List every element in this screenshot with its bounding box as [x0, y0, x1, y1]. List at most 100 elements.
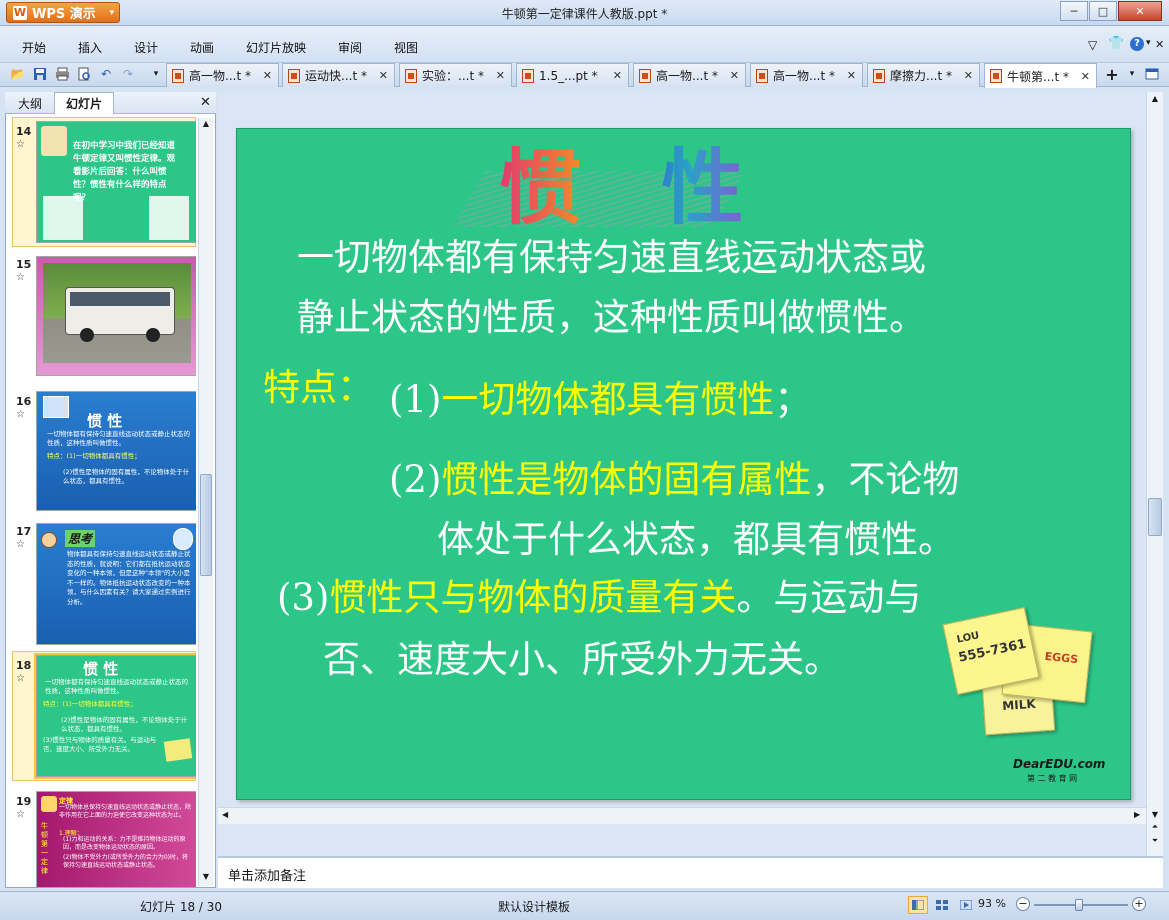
doc-tab[interactable]: 1.5_...pt * ✕	[516, 63, 629, 87]
window-title: 牛顿第一定律课件人教版.ppt *	[501, 7, 668, 21]
close-doc-icon[interactable]: ✕	[1155, 38, 1164, 51]
doc-tab[interactable]: 实验：...t * ✕	[399, 63, 512, 87]
thumbnail-text: 一切物体都有保持匀速直线运动状态或静止状态的性质，这种性质叫做惯性。	[47, 430, 190, 447]
undo-icon[interactable]: ↶	[98, 66, 114, 82]
redo-icon[interactable]: ↷	[120, 66, 136, 82]
zoom-out-icon[interactable]: −	[1016, 897, 1030, 911]
window-layout-icon[interactable]	[1144, 66, 1160, 82]
watermark: DearEDU.com	[1013, 757, 1106, 771]
scrollbar-thumb[interactable]	[200, 474, 212, 576]
doc-tab[interactable]: 高一物...t * ✕	[633, 63, 746, 87]
highlight-text: 一切物体都具有惯性	[441, 378, 775, 421]
slide-thumbnail[interactable]: 在初中学习中我们已经知道牛顿定律又叫惯性定律。观看影片后回答：什么叫惯性？惯性有…	[36, 121, 196, 243]
customize-toolbar-icon[interactable]: ▾	[148, 66, 164, 82]
menu-slideshow[interactable]: 幻灯片放映	[246, 39, 306, 56]
scroll-up-icon[interactable]: ▲	[200, 119, 212, 131]
menu-home[interactable]: 开始	[22, 39, 46, 56]
slide-thumbnail-selected[interactable]: 惯 性 一切物体都有保持匀速直线运动状态或静止状态的性质，这种性质叫做惯性。 特…	[34, 653, 196, 779]
animation-star-icon[interactable]: ☆	[16, 673, 25, 684]
thumbnail-text: (2)惯性是物体的固有属性，不论物体处于什么状态，都具有惯性。	[61, 716, 188, 733]
close-tab-icon[interactable]: ✕	[1081, 70, 1090, 83]
close-tab-icon[interactable]: ✕	[730, 69, 739, 82]
menu-review[interactable]: 审阅	[338, 39, 362, 56]
thumbnail-text: (1)力和运动的关系：力不是维持物体运动的原因，而是改变物体运动状态的原因。	[63, 836, 186, 851]
menu-insert[interactable]: 插入	[78, 39, 102, 56]
notes-pane[interactable]: 单击添加备注	[218, 856, 1163, 888]
zoom-in-icon[interactable]: +	[1132, 897, 1146, 911]
scrollbar-thumb[interactable]	[1148, 498, 1162, 536]
teacher-figure-icon	[41, 126, 67, 156]
tab-outline[interactable]: 大纲	[10, 92, 50, 114]
scroll-down-icon[interactable]: ▼	[200, 872, 212, 884]
slide-thumbnail[interactable]: 惯 性 一切物体都有保持匀速直线运动状态或静止状态的性质，这种性质叫做惯性。 特…	[36, 391, 196, 511]
close-tab-icon[interactable]: ✕	[496, 69, 505, 82]
sticky-notes-icon	[163, 738, 193, 762]
menu-view[interactable]: 视图	[394, 39, 418, 56]
ppt-file-icon	[172, 68, 184, 83]
animation-star-icon[interactable]: ☆	[16, 272, 25, 283]
close-panel-icon[interactable]: ✕	[200, 95, 211, 110]
menu-design[interactable]: 设计	[134, 39, 158, 56]
slide-number: 17	[16, 525, 32, 538]
scroll-down-icon[interactable]: ▼	[1149, 810, 1161, 819]
close-tab-icon[interactable]: ✕	[263, 69, 272, 82]
help-icon[interactable]: ?	[1130, 37, 1144, 51]
cartoon-figure-icon	[149, 196, 189, 240]
thumbnail-scrollbar[interactable]: ▲ ▼	[198, 118, 213, 886]
wheel-icon	[80, 328, 94, 342]
slideshow-icon[interactable]	[956, 896, 976, 914]
tab-slides[interactable]: 幻灯片	[54, 92, 114, 114]
chevron-down-icon[interactable]: ▾	[1146, 38, 1151, 48]
scroll-up-icon[interactable]: ▲	[1149, 94, 1161, 103]
print-icon[interactable]	[54, 66, 70, 82]
doc-tab[interactable]: 高一物...t * ✕	[750, 63, 863, 87]
menu-animation[interactable]: 动画	[190, 39, 214, 56]
doc-tab-active[interactable]: 牛顿第...t * ✕	[984, 63, 1097, 88]
close-tab-icon[interactable]: ✕	[613, 69, 622, 82]
slide-thumbnail[interactable]: 定律 一切物体总保持匀速直线运动状态或静止状态，除非作用在它上面的力迫使它改变这…	[36, 791, 196, 887]
template-name: 默认设计模板	[498, 900, 571, 914]
animation-star-icon[interactable]: ☆	[16, 139, 25, 150]
thumbnail-title: 惯 性	[83, 660, 119, 678]
animation-star-icon[interactable]: ☆	[16, 809, 25, 820]
next-slide-icon[interactable]: ⏷	[1149, 836, 1161, 846]
doc-tab[interactable]: 运动快...t * ✕	[282, 63, 395, 87]
close-tab-icon[interactable]: ✕	[964, 69, 973, 82]
doc-tab[interactable]: 摩擦力...t * ✕	[867, 63, 980, 87]
doc-tab[interactable]: 高一物...t * ✕	[166, 63, 279, 87]
ppt-file-icon	[990, 69, 1002, 83]
zoom-level[interactable]: 93 %	[978, 897, 1006, 910]
close-window-button[interactable]: ✕	[1118, 1, 1162, 21]
item-text: 。与运动与	[736, 576, 922, 619]
close-tab-icon[interactable]: ✕	[847, 69, 856, 82]
prev-slide-icon[interactable]: ⏶	[1149, 822, 1161, 832]
slide-sorter-icon[interactable]	[932, 896, 952, 914]
print-preview-icon[interactable]	[76, 66, 92, 82]
save-icon[interactable]	[32, 66, 48, 82]
editor-vertical-scrollbar[interactable]: ▲ ▼ ⏶ ⏷	[1146, 92, 1163, 856]
scroll-right-icon[interactable]: ▶	[1134, 810, 1140, 819]
slide-number: 19	[16, 795, 32, 808]
student-avatar-icon	[41, 532, 57, 548]
tab-label: 高一物...t *	[656, 69, 718, 83]
scroll-left-icon[interactable]: ◀	[222, 810, 228, 819]
shirt-icon[interactable]: 👕	[1108, 36, 1124, 51]
zoom-slider-thumb[interactable]	[1075, 899, 1083, 911]
maximize-button[interactable]: □	[1089, 1, 1117, 21]
slide-canvas[interactable]: 惯 性 一切物体都有保持匀速直线运动状态或 静止状态的性质，这种性质叫做惯性。 …	[236, 128, 1131, 800]
close-icon: ✕	[1135, 4, 1145, 18]
thumbnail-text: 一切物体总保持匀速直线运动状态或静止状态，除非作用在它上面的力迫使它改变这种状态…	[59, 804, 192, 819]
minimize-button[interactable]: ─	[1060, 1, 1088, 21]
open-icon[interactable]: 📂	[10, 66, 26, 82]
slide-thumbnail[interactable]	[36, 256, 196, 376]
close-tab-icon[interactable]: ✕	[379, 69, 388, 82]
tab-list-icon[interactable]: ▾	[1124, 66, 1140, 82]
animation-star-icon[interactable]: ☆	[16, 409, 25, 420]
animation-star-icon[interactable]: ☆	[16, 539, 25, 550]
normal-view-icon[interactable]	[908, 896, 928, 914]
note-text: LOU	[955, 630, 981, 646]
slide-thumbnail[interactable]: 思考 物体都具有保持匀速直线运动状态或静止状态的性质，就说明：它们都在抵抗运动状…	[36, 523, 196, 645]
chevron-down-icon[interactable]: ▽	[1088, 38, 1097, 52]
editor-horizontal-scrollbar[interactable]: ◀ ▶	[218, 807, 1146, 824]
new-tab-icon[interactable]: +	[1104, 65, 1120, 84]
